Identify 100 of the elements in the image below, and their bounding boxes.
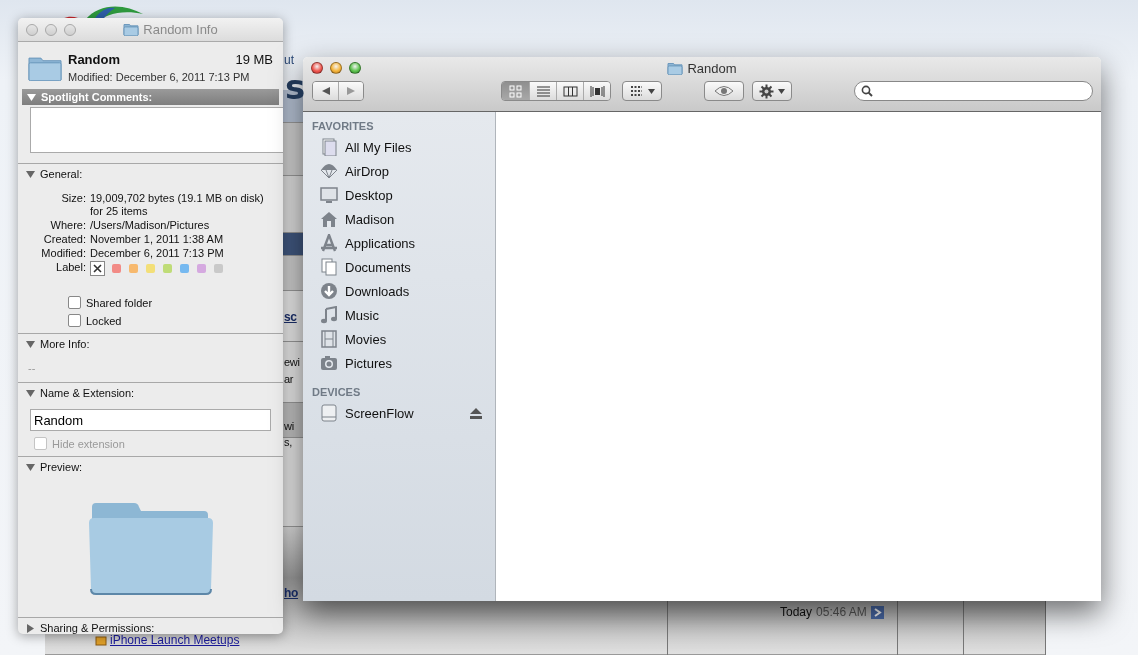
- section-header[interactable]: General:: [18, 164, 283, 184]
- view-mode-button[interactable]: [556, 82, 583, 100]
- disclosure-triangle-icon[interactable]: [26, 388, 35, 398]
- list-icon: [535, 83, 551, 99]
- section-header[interactable]: More Info:: [18, 334, 283, 354]
- grid-icon: [508, 83, 523, 99]
- columns-icon: [562, 83, 578, 99]
- view-mode-button[interactable]: [583, 82, 610, 100]
- label-swatch[interactable]: [129, 264, 138, 273]
- sidebar-item[interactable]: Downloads: [303, 279, 495, 303]
- folder-icon: [667, 61, 684, 75]
- section-title[interactable]: More Info:: [40, 338, 90, 350]
- sidebar-heading: DEVICES: [311, 385, 362, 400]
- zoom-button[interactable]: [349, 62, 361, 74]
- field-label: Where:: [49, 219, 86, 232]
- search-field[interactable]: [854, 81, 1093, 101]
- field-label: Label:: [55, 261, 86, 275]
- label-swatch[interactable]: [214, 264, 223, 273]
- sidebar-item[interactable]: Madison: [303, 207, 495, 231]
- folder-icon: [123, 23, 140, 36]
- disclosure-triangle-icon[interactable]: [26, 623, 35, 633]
- documents-icon: [320, 258, 338, 276]
- section-title[interactable]: Sharing & Permissions:: [40, 622, 155, 634]
- music-note-icon: [320, 306, 338, 324]
- name-field[interactable]: Random: [30, 409, 271, 431]
- label-swatch[interactable]: [163, 264, 172, 273]
- field-value: 19,009,702 bytes (19.1 MB on disk) for 25 items: [90, 192, 265, 218]
- sidebar-item[interactable]: Desktop: [303, 183, 495, 207]
- label-swatch[interactable]: [197, 264, 206, 273]
- post-day-text: Today: [780, 605, 813, 619]
- text-fragment: wi: [284, 420, 294, 432]
- house-icon: [320, 210, 338, 228]
- monitor-icon: [320, 186, 338, 204]
- caret-icon: [778, 88, 785, 94]
- field-value: /Users/Madison/Pictures: [90, 219, 211, 232]
- checkbox-label: Hide extension: [52, 437, 125, 450]
- section-header[interactable]: Preview:: [18, 457, 283, 477]
- sidebar-item[interactable]: Music: [303, 303, 495, 327]
- folder-icon: [28, 54, 62, 81]
- eject-icon[interactable]: [470, 407, 482, 419]
- film-strip-icon: [320, 330, 338, 348]
- settings-icon: [759, 83, 774, 99]
- back-button[interactable]: [313, 82, 338, 100]
- caret-icon: [648, 88, 655, 94]
- sidebar-item[interactable]: AirDrop: [303, 159, 495, 183]
- label-swatch[interactable]: [180, 264, 189, 273]
- modified-text: Modified: December 6, 2011 7:13 PM: [68, 71, 251, 83]
- text-fragment: ewi: [284, 356, 300, 368]
- section-header[interactable]: Name & Extension:: [18, 383, 283, 403]
- post-time-text: 05:46 AM: [816, 605, 867, 619]
- text-fragment: s,: [284, 436, 292, 448]
- parachute-icon: [320, 162, 338, 180]
- checkbox[interactable]: [68, 296, 81, 309]
- camera-icon: [320, 354, 338, 372]
- file-name: Random: [68, 52, 120, 67]
- forward-arrow-icon: [346, 86, 356, 96]
- sidebar-item[interactable]: ScreenFlow: [303, 401, 495, 425]
- tagline-text: ut: [284, 53, 294, 67]
- disclosure-triangle-icon[interactable]: [26, 339, 35, 349]
- view-switcher[interactable]: [501, 81, 611, 101]
- label-swatch[interactable]: [146, 264, 155, 273]
- action-button[interactable]: [752, 81, 792, 101]
- sidebar-heading: FAVORITES: [311, 119, 375, 134]
- arrange-button[interactable]: [622, 81, 662, 101]
- disclosure-triangle-icon[interactable]: [27, 92, 36, 102]
- minimize-button[interactable]: [330, 62, 342, 74]
- quick-look-button[interactable]: [704, 81, 744, 101]
- field-value: November 1, 2011 1:38 AM: [90, 233, 225, 246]
- sidebar-item[interactable]: Documents: [303, 255, 495, 279]
- field-label: Created:: [42, 233, 86, 246]
- checkbox[interactable]: [68, 314, 81, 327]
- section-title[interactable]: Name & Extension:: [40, 387, 135, 399]
- close-button[interactable]: [311, 62, 323, 74]
- disclosure-triangle-icon[interactable]: [26, 169, 35, 179]
- logo-text: s: [285, 70, 306, 104]
- link-fragment[interactable]: sc: [284, 310, 297, 324]
- cover-flow-icon: [589, 83, 605, 99]
- section-header[interactable]: Sharing & Permissions:: [18, 618, 283, 634]
- sidebar-item[interactable]: Applications: [303, 231, 495, 255]
- sidebar-item[interactable]: All My Files: [303, 135, 495, 159]
- eye-icon: [714, 85, 734, 97]
- apps-icon: [320, 234, 338, 252]
- navigation-control[interactable]: [312, 81, 364, 101]
- placeholder-text: --: [27, 361, 37, 376]
- section-title[interactable]: Preview:: [40, 461, 83, 473]
- thread-link[interactable]: iPhone Launch Meetups: [110, 633, 240, 647]
- sidebar-item[interactable]: Pictures: [303, 351, 495, 375]
- search-icon: [861, 85, 873, 97]
- sidebar-item[interactable]: Movies: [303, 327, 495, 351]
- link-fragment[interactable]: ho: [284, 586, 299, 600]
- label-swatch[interactable]: [112, 264, 121, 273]
- window-title: Random: [687, 60, 737, 76]
- download-arrow-icon: [320, 282, 338, 300]
- back-arrow-icon: [320, 86, 331, 96]
- disclosure-triangle-icon[interactable]: [26, 462, 35, 472]
- no-label-swatch[interactable]: [90, 261, 105, 276]
- field-label: Modified:: [40, 247, 86, 260]
- section-title[interactable]: General:: [40, 168, 83, 180]
- file-size: 19 MB: [235, 52, 273, 67]
- comments-field[interactable]: [30, 107, 283, 153]
